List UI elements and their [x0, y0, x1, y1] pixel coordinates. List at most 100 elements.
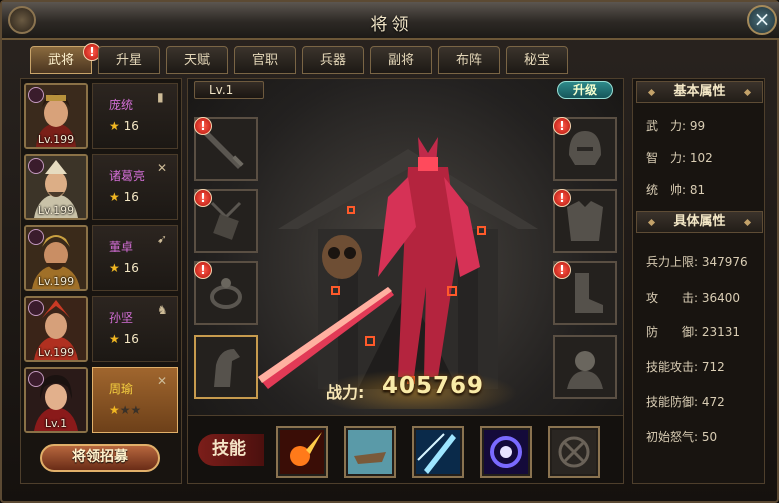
hero-level: Lv.199 [37, 133, 75, 146]
hero-name: 庞统 [109, 98, 134, 112]
skill-bar: 技能 [188, 415, 623, 483]
locked-skill-icon[interactable] [548, 426, 600, 478]
alert-badge: ! [194, 189, 212, 207]
skill-label: 技能 [198, 434, 264, 466]
alert-badge: ! [194, 261, 212, 279]
tab-weapon[interactable]: 兵器 [302, 46, 364, 74]
boots-slot[interactable]: ! [553, 261, 617, 325]
general-window: 将领 × 武将 ! 升星 天赋 官职 兵器 副将 布阵 秘宝 Lv.199 庞统… [0, 0, 779, 503]
meteor-skill-icon[interactable] [276, 426, 328, 478]
recruit-button[interactable]: 将领招募 [40, 444, 160, 472]
hero-star-count: ★ 16 [109, 190, 139, 204]
hero-star-rating: ★★★ [109, 403, 141, 417]
tab-treasure[interactable]: 秘宝 [506, 46, 568, 74]
bow-icon: ✕ [157, 374, 168, 388]
boat-skill-icon[interactable] [344, 426, 396, 478]
window-title: 将领 [370, 15, 413, 35]
star-icon: ★ [109, 332, 120, 346]
hero-portrait: Lv.199 [24, 154, 88, 220]
hero-name: 诸葛亮 [109, 169, 146, 183]
upgrade-button[interactable]: 升级 [557, 81, 613, 99]
hero-info: 诸葛亮 ★ 16 ✕ [92, 154, 178, 220]
ice-blade-skill-icon[interactable] [412, 426, 464, 478]
attribute-panel: 基本属性 武 力: 99 智 力: 102 统 帅: 81 具体属性 兵力上限:… [632, 78, 765, 484]
alert-badge: ! [553, 261, 571, 279]
tab-generals[interactable]: 武将 ! [30, 43, 101, 74]
attr-troop-limit: 兵力上限: 347976 [646, 255, 748, 269]
role-icon [28, 229, 44, 245]
star-icon: ★ [109, 190, 120, 204]
star-count: 16 [123, 119, 139, 133]
hero-level: Lv.1 [44, 417, 68, 430]
role-icon [28, 371, 44, 387]
role-icon [28, 158, 44, 174]
amulet-slot[interactable]: ! [194, 189, 258, 253]
alert-badge: ! [553, 189, 571, 207]
armor-slot[interactable]: ! [553, 189, 617, 253]
bow-icon: ✕ [157, 161, 168, 175]
tab-rank[interactable]: 官职 [234, 46, 296, 74]
aide-portrait-icon [567, 351, 603, 389]
alert-badge: ! [194, 117, 212, 135]
hero-card-selected[interactable]: Lv.1 周瑜 ★★★ ✕ [24, 367, 178, 433]
ring-slot[interactable]: ! [194, 261, 258, 325]
hero-name: 周瑜 [109, 382, 134, 396]
attr-skill-defense: 技能防御: 472 [646, 395, 725, 409]
hero-card[interactable]: Lv.199 诸葛亮 ★ 16 ✕ [24, 154, 178, 220]
hero-star-count: ★ 16 [109, 261, 139, 275]
star-empty-icon: ★★ [119, 403, 142, 417]
hero-info: 周瑜 ★★★ ✕ [92, 367, 178, 433]
role-icon [28, 300, 44, 316]
title-bar: 将领 × [2, 2, 779, 40]
horse-icon [214, 349, 240, 387]
shield-icon: ▮ [157, 90, 164, 104]
tab-bar: 武将 ! 升星 天赋 官职 兵器 副将 布阵 秘宝 [30, 43, 568, 76]
combat-power: 战力: 405769 [318, 369, 518, 409]
tab-star-up[interactable]: 升星 [98, 46, 160, 74]
hero-info: 庞统 ★ 16 ▮ [92, 83, 178, 149]
hero-info: 孙坚 ★ 16 ♞ [92, 296, 178, 362]
hero-portrait: Lv.199 [24, 225, 88, 291]
hero-portrait: Lv.199 [24, 296, 88, 362]
role-icon [28, 87, 44, 103]
star-count: 16 [123, 190, 139, 204]
hero-level: Lv.199 [37, 204, 75, 217]
hero-info: 董卓 ★ 16 ➹ [92, 225, 178, 291]
attr-intellect: 智 力: 102 [646, 151, 713, 165]
tab-deputy[interactable]: 副将 [370, 46, 432, 74]
attr-attack: 攻 击: 36400 [646, 291, 741, 305]
hero-portrait: Lv.1 [24, 367, 88, 433]
hero-name: 董卓 [109, 240, 134, 254]
star-icon: ★ [109, 403, 120, 417]
star-count: 16 [123, 261, 139, 275]
horse-slot[interactable] [194, 335, 258, 399]
hero-portrait: Lv.199 [24, 83, 88, 149]
alert-badge: ! [553, 117, 571, 135]
detail-attributes-title: 具体属性 [636, 211, 763, 233]
attr-force: 武 力: 99 [646, 119, 706, 133]
star-icon: ★ [109, 119, 120, 133]
horse-icon: ♞ [157, 303, 168, 317]
spear-icon: ➹ [157, 232, 168, 246]
aide-slot[interactable] [553, 335, 617, 399]
tab-formation[interactable]: 布阵 [438, 46, 500, 74]
hero-name: 孙坚 [109, 311, 134, 325]
hero-card[interactable]: Lv.199 董卓 ★ 16 ➹ [24, 225, 178, 291]
attr-skill-attack: 技能攻击: 712 [646, 360, 725, 374]
tab-talent[interactable]: 天赋 [166, 46, 228, 74]
attr-initial-rage: 初始怒气: 50 [646, 430, 718, 444]
power-value: 405769 [382, 373, 485, 399]
hero-level: Lv.199 [37, 275, 75, 288]
character-stage: Lv.1 升级 ! ! ! ! ! ! 战力: 405769 技能 [187, 78, 624, 484]
hero-star-count: ★ 16 [109, 119, 139, 133]
hero-list: Lv.199 庞统 ★ 16 ▮ Lv.199 诸葛亮 ★ 16 ✕ Lv.19… [20, 78, 182, 484]
close-button[interactable]: × [747, 5, 777, 35]
weapon-slot[interactable]: ! [194, 117, 258, 181]
attr-defense: 防 御: 23131 [646, 325, 741, 339]
helmet-slot[interactable]: ! [553, 117, 617, 181]
basic-attributes-title: 基本属性 [636, 81, 763, 103]
vortex-skill-icon[interactable] [480, 426, 532, 478]
hero-star-count: ★ 16 [109, 332, 139, 346]
hero-card[interactable]: Lv.199 庞统 ★ 16 ▮ [24, 83, 178, 149]
hero-card[interactable]: Lv.199 孙坚 ★ 16 ♞ [24, 296, 178, 362]
